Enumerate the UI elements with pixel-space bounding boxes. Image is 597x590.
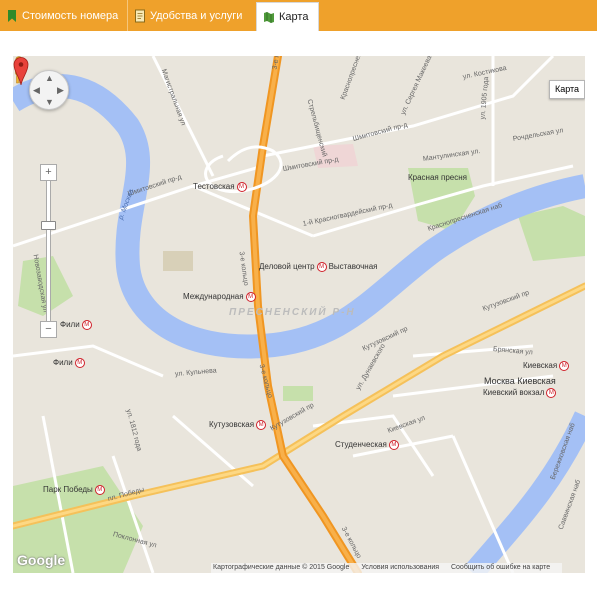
place-kievsky-vokzal: Киевский вокзал M — [483, 388, 557, 398]
tab-price[interactable]: Стоимость номера — [0, 0, 123, 31]
park-small-1 — [283, 386, 313, 401]
attribution-data: Картографические данные © 2015 Google — [213, 564, 350, 571]
station-kutuzovskaya: Кутузовская M — [209, 420, 267, 430]
place-moskva-kievskaya: Москва Киевская — [484, 376, 556, 386]
metro-icon: M — [316, 262, 327, 272]
tab-bar: Стоимость номера Удобства и услуги Карта — [0, 0, 597, 31]
bookmark-icon — [8, 9, 16, 22]
map-icon — [264, 12, 274, 23]
pan-control[interactable]: ▲ ▼ ◀ ▶ — [29, 70, 69, 110]
metro-icon: M — [81, 320, 92, 330]
pan-up-icon[interactable]: ▲ — [45, 73, 54, 83]
terms-link[interactable]: Условия использования — [361, 564, 439, 571]
map-attribution: Картографические данные © 2015 Google Ус… — [211, 563, 563, 573]
district-label: ПРЕСНЕНСКИЙ Р-Н — [229, 307, 356, 318]
station-studencheskaya: Студенческая M — [335, 440, 399, 450]
pan-right-icon[interactable]: ▶ — [57, 85, 64, 96]
tab-price-label: Стоимость номера — [22, 9, 119, 22]
metro-icon: M — [388, 440, 399, 450]
metro-icon: M — [245, 292, 256, 302]
document-icon — [135, 9, 145, 22]
block-1 — [163, 251, 193, 271]
tab-amenities-label: Удобства и услуги — [150, 9, 243, 22]
map-canvas[interactable]: Тестовская M Деловой центр M Выставочная Ме… — [13, 56, 585, 573]
metro-icon: M — [256, 420, 267, 430]
metro-icon: M — [546, 388, 557, 398]
station-delovoy-center: Деловой центр M Выставочная — [259, 262, 378, 272]
google-logo: Google — [17, 552, 66, 568]
tab-amenities[interactable]: Удобства и услуги — [127, 0, 253, 31]
pan-down-icon[interactable]: ▼ — [45, 97, 54, 107]
tab-map[interactable]: Карта — [256, 2, 319, 31]
zoom-out-button[interactable]: − — [40, 321, 57, 338]
station-fili: Фили M — [60, 320, 92, 330]
station-testovskaya: Тестовская M — [193, 182, 247, 192]
map-type-button[interactable]: Карта — [549, 80, 585, 99]
tab-map-label: Карта — [279, 11, 309, 23]
station-park-pobedy: Парк Победы M — [43, 485, 105, 495]
zoom-slider-handle[interactable] — [41, 221, 56, 230]
station-krasnaya-presnya: Красная пресня — [408, 173, 467, 182]
metro-icon: M — [94, 485, 105, 495]
location-marker-icon[interactable] — [13, 56, 29, 86]
station-kievskaya: Киевская M — [523, 361, 570, 371]
metro-icon: M — [74, 358, 85, 368]
metro-icon: M — [559, 361, 570, 371]
zoom-slider-track[interactable] — [46, 180, 51, 327]
report-error-link[interactable]: Сообщить об ошибке на карте — [451, 564, 550, 571]
zoom-in-button[interactable]: + — [40, 164, 57, 181]
metro-icon: M — [236, 182, 247, 192]
pan-left-icon[interactable]: ◀ — [33, 85, 40, 96]
station-mezhdunarodnaya: Международная M — [183, 292, 256, 302]
station-fili-2: Фили M — [53, 358, 85, 368]
